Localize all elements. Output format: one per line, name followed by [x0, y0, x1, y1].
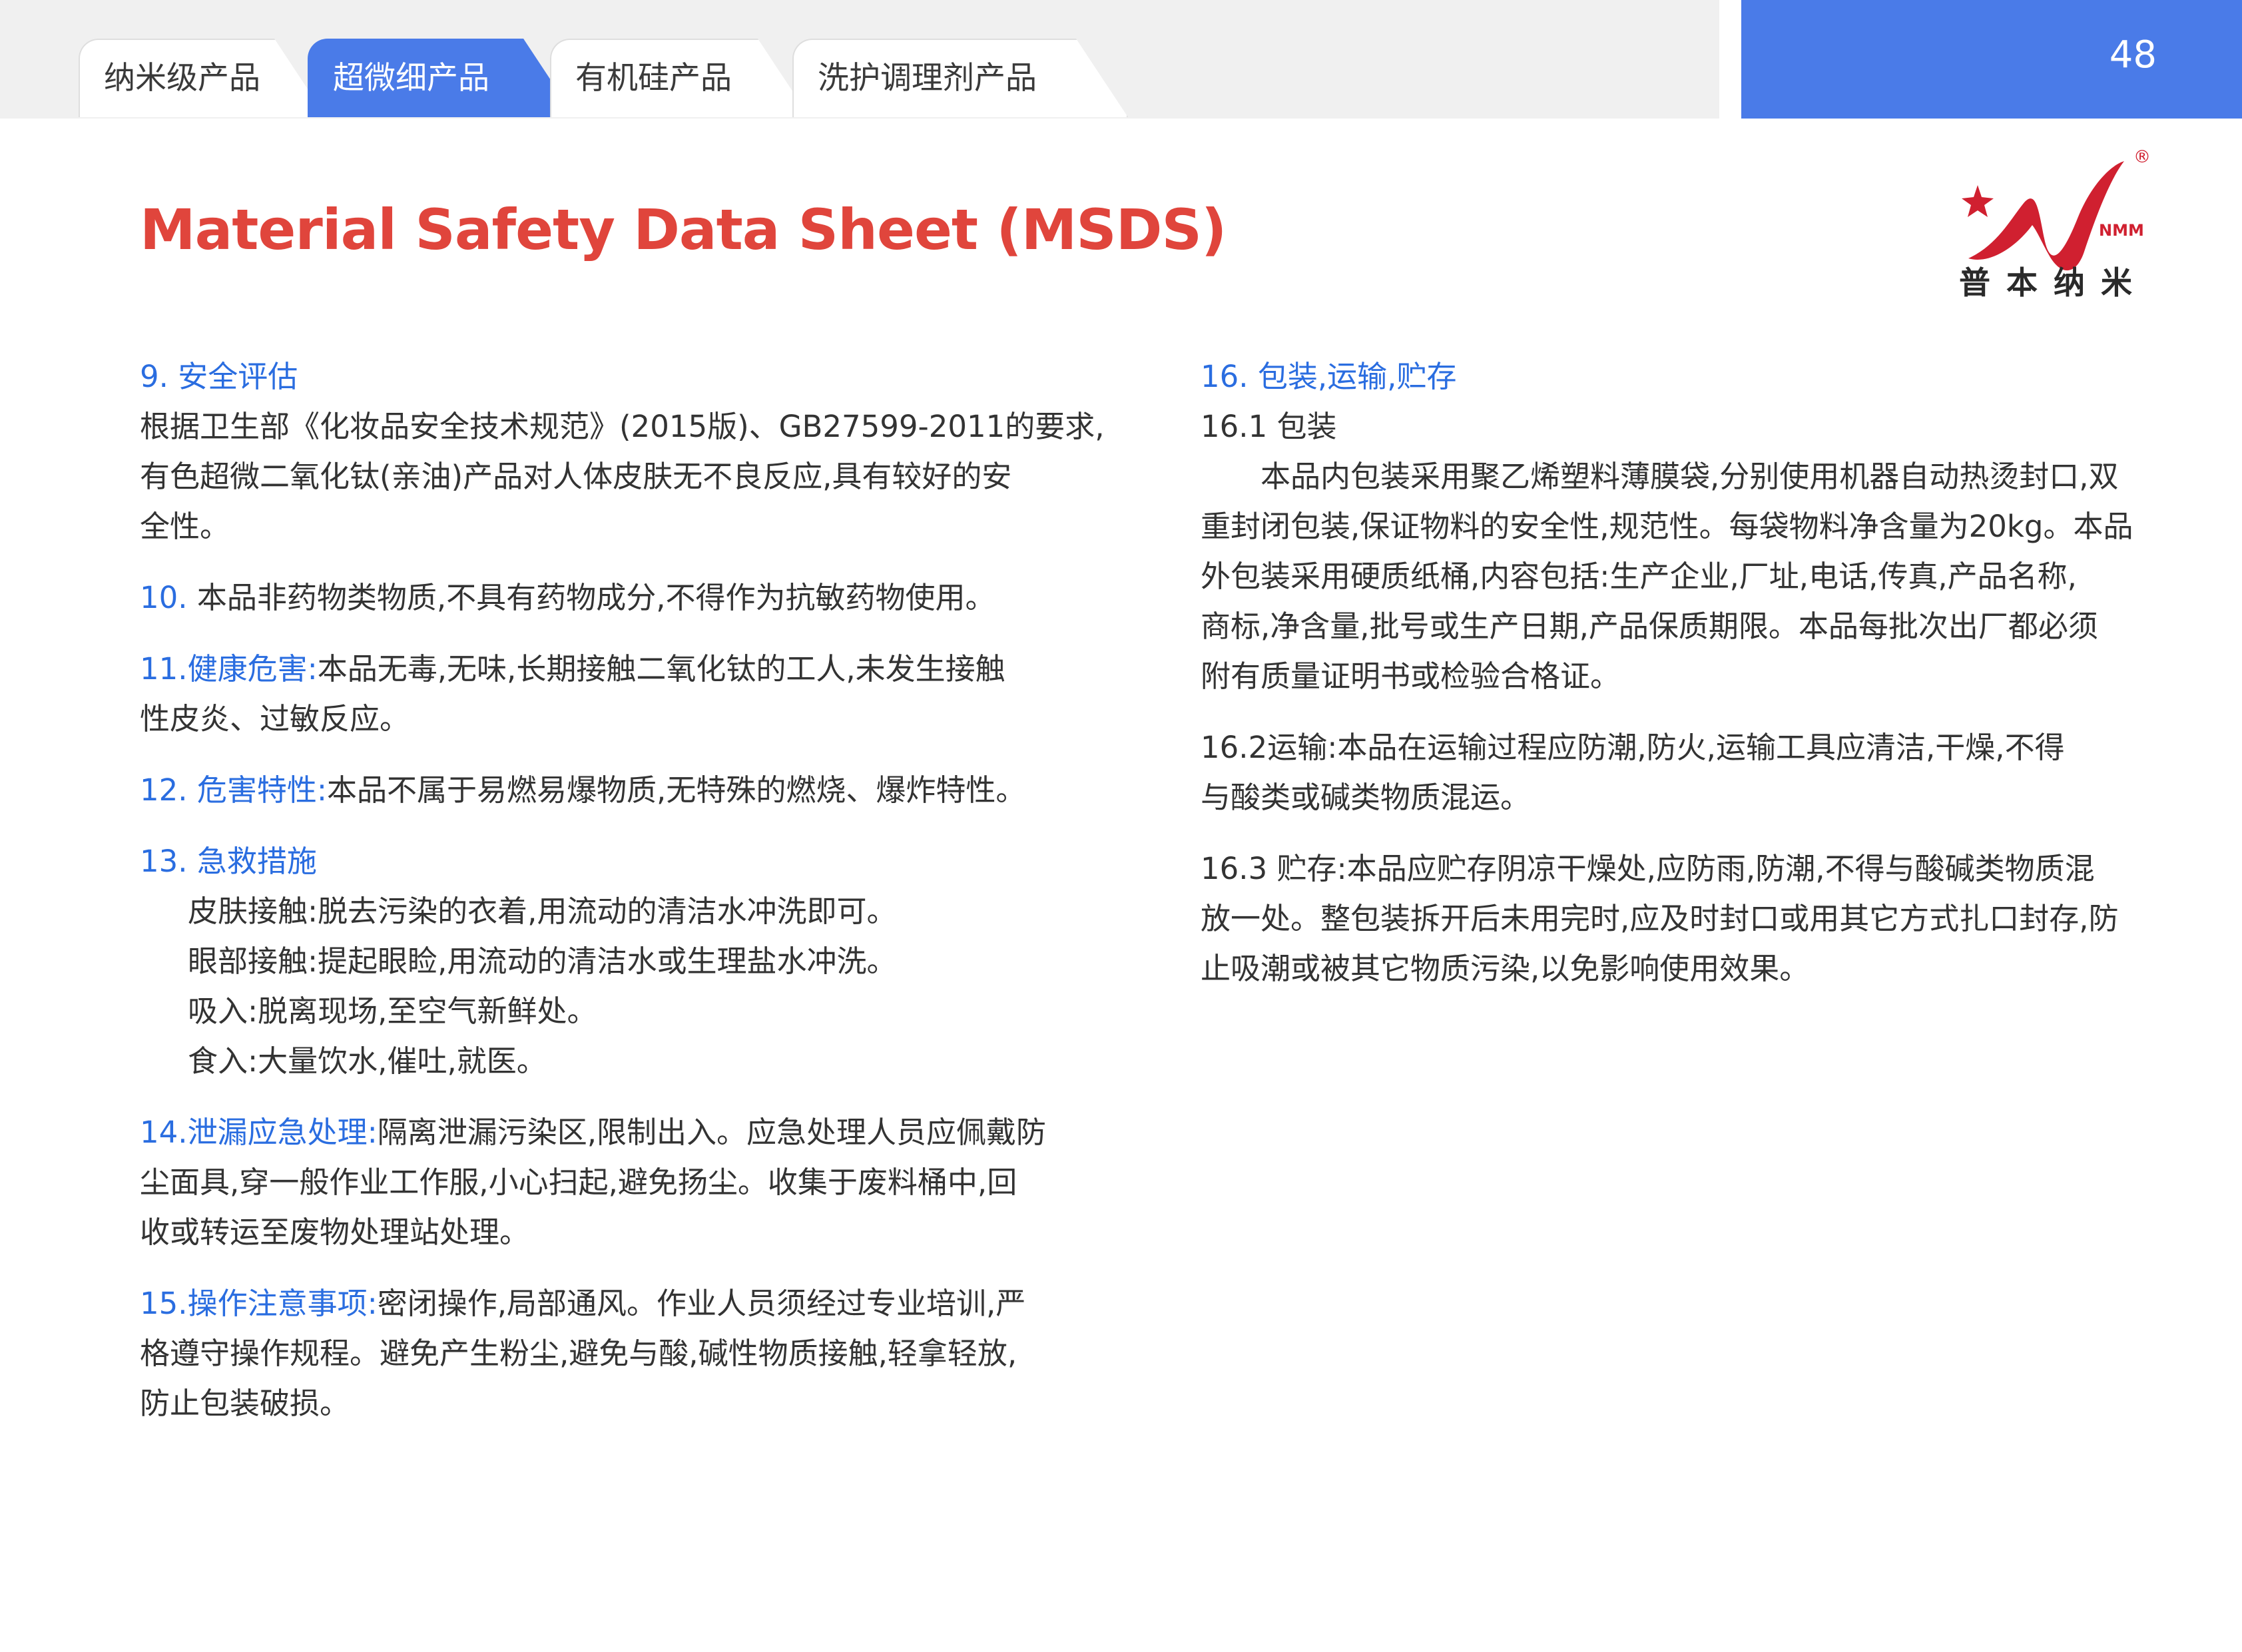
first-aid-eyes: 眼部接触:提起眼睑,用流动的清洁水或生理盐水冲洗。 — [188, 944, 897, 979]
section-15-text: 防止包装破损。 — [140, 1386, 350, 1421]
section-14-text: 尘面具,穿一般作业工作服,小心扫起,避免扬尘。收集于废料桶中,回 — [140, 1165, 1017, 1200]
section-16-heading: 16. 包装,运输,贮存 — [1201, 359, 1457, 394]
logo-name: 普本纳米 — [1959, 265, 2148, 302]
section-16-1-line: 附有质量证明书或检验合格证。 — [1201, 659, 1621, 694]
section-16-3-line: 放一处。整包装拆开后未用完时,应及时封口或用其它方式扎口封存,防 — [1201, 901, 2119, 936]
page-title: Material Safety Data Sheet (MSDS) — [140, 197, 1227, 262]
section-14-text: 收或转运至废物处理站处理。 — [140, 1215, 530, 1250]
section-10-text: 本品非药物类物质,不具有药物成分,不得作为抗敏药物使用。 — [187, 580, 995, 615]
section-16-1-line: 商标,净含量,批号或生产日期,产品保质期限。本品每批次出厂都必须 — [1201, 609, 2098, 644]
section-10-number: 10. — [140, 580, 188, 615]
section-12-text: 本品不属于易燃易爆物质,无特殊的燃烧、爆炸特性。 — [327, 772, 1026, 808]
first-aid-ingestion: 食入:大量饮水,催吐,就医。 — [188, 1043, 547, 1079]
logo-brand: NMM — [2099, 221, 2144, 240]
section-11: 11.健康危害:本品无毒,无味,长期接触二氧化钛的工人,未发生接触 性皮炎、过敏… — [140, 644, 1085, 744]
section-9-heading: 9. 安全评估 — [140, 359, 298, 394]
section-12: 12. 危害特性:本品不属于易燃易爆物质,无特殊的燃烧、爆炸特性。 — [140, 765, 1085, 815]
section-11-text: 性皮炎、过敏反应。 — [140, 701, 410, 736]
section-12-heading: 12. 危害特性: — [140, 772, 328, 808]
section-16-2-line: 16.2运输:本品在运输过程应防潮,防火,运输工具应清洁,干燥,不得 — [1201, 730, 2065, 765]
section-11-text: 本品无毒,无味,长期接触二氧化钛的工人,未发生接触 — [317, 651, 1005, 687]
section-16-3-line: 止吸潮或被其它物质污染,以免影响使用效果。 — [1201, 951, 1810, 986]
section-13-heading: 13. 急救措施 — [140, 844, 317, 879]
section-9-line: 根据卫生部《化妆品安全技术规范》(2015版)、GB27599-2011的要求, — [140, 409, 1105, 444]
section-14: 14.泄漏应急处理:隔离泄漏污染区,限制出入。应急处理人员应佩戴防 尘面具,穿一… — [140, 1107, 1085, 1257]
section-16-1-line: 本品内包装采用聚乙烯塑料薄膜袋,分别使用机器自动热烫封口,双 — [1261, 459, 2119, 494]
section-14-text: 隔离泄漏污染区,限制出入。应急处理人员应佩戴防 — [377, 1115, 1047, 1150]
section-13: 13. 急救措施 皮肤接触:脱去污染的衣着,用流动的清洁水冲洗即可。 眼部接触:… — [140, 836, 1085, 1086]
section-16-3: 16.3 贮存:本品应贮存阴凉干燥处,应防雨,防潮,不得与酸碱类物质混 放一处。… — [1201, 844, 2146, 993]
page-number-box: 48 — [1741, 0, 2242, 119]
section-11-heading: 11.健康危害: — [140, 651, 318, 687]
section-9: 9. 安全评估 根据卫生部《化妆品安全技术规范》(2015版)、GB27599-… — [140, 352, 1105, 551]
first-aid-skin: 皮肤接触:脱去污染的衣着,用流动的清洁水冲洗即可。 — [188, 894, 897, 929]
first-aid-inhalation: 吸入:脱离现场,至空气新鲜处。 — [188, 993, 597, 1029]
section-9-line: 有色超微二氧化钛(亲油)产品对人体皮肤无不良反应,具有较好的安 — [140, 459, 1012, 494]
section-15-heading: 15.操作注意事项: — [140, 1286, 378, 1321]
section-16-2: 16.2运输:本品在运输过程应防潮,防火,运输工具应清洁,干燥,不得 与酸类或碱… — [1201, 722, 2146, 822]
section-15: 15.操作注意事项:密闭操作,局部通风。作业人员须经过专业培训,严 格遵守操作规… — [140, 1278, 1085, 1428]
section-9-line: 全性。 — [140, 509, 230, 544]
section-16-1-heading: 16.1 包装 — [1201, 409, 1337, 444]
section-16-1-line: 重封闭包装,保证物料的安全性,规范性。每袋物料净含量为20kg。本品 — [1201, 509, 2133, 544]
section-15-text: 密闭操作,局部通风。作业人员须经过专业培训,严 — [377, 1286, 1026, 1321]
section-16-1: 16.1 包装 本品内包装采用聚乙烯塑料薄膜袋,分别使用机器自动热烫封口,双 重… — [1201, 402, 2146, 701]
page-number: 48 — [2109, 33, 2157, 77]
left-column: 9. 安全评估 根据卫生部《化妆品安全技术规范》(2015版)、GB27599-… — [140, 352, 1105, 1450]
section-15-text: 格遵守操作规程。避免产生粉尘,避免与酸,碱性物质接触,轻拿轻放, — [140, 1336, 1017, 1371]
section-16-1-line: 外包装采用硬质纸桶,内容包括:生产企业,厂址,电话,传真,产品名称, — [1201, 559, 2077, 594]
tab-conditioner-products[interactable]: 洗护调理剂产品 — [792, 39, 1128, 117]
section-14-heading: 14.泄漏应急处理: — [140, 1115, 378, 1150]
section-16-3-line: 16.3 贮存:本品应贮存阴凉干燥处,应防雨,防潮,不得与酸碱类物质混 — [1201, 851, 2095, 886]
registered-mark: ® — [2133, 147, 2151, 167]
right-column: 16. 包装,运输,贮存 16.1 包装 本品内包装采用聚乙烯塑料薄膜袋,分别使… — [1201, 352, 2146, 1015]
section-10: 10. 本品非药物类物质,不具有药物成分,不得作为抗敏药物使用。 — [140, 573, 1085, 623]
section-16: 16. 包装,运输,贮存 — [1201, 352, 2146, 402]
section-16-2-line: 与酸类或碱类物质混运。 — [1201, 780, 1531, 815]
